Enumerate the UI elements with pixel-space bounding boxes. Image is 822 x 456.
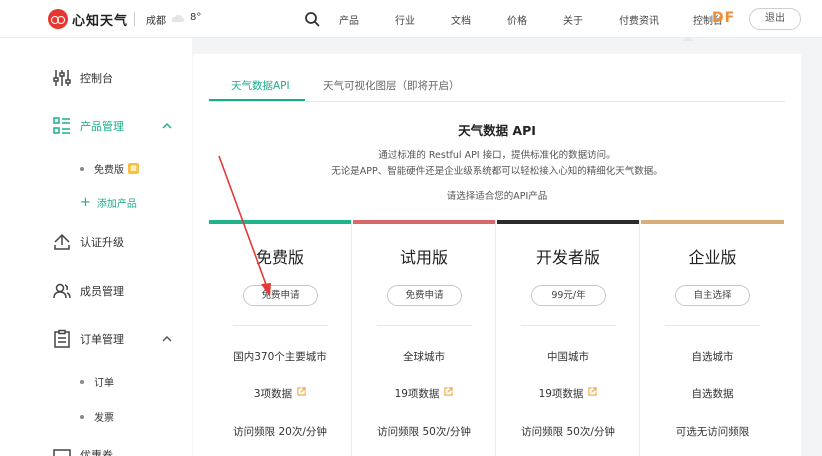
- sidebar-item-label: 订单管理: [80, 333, 124, 346]
- temperature: 8°: [190, 12, 202, 23]
- plan-data-items[interactable]: 19项数据: [353, 386, 495, 401]
- sidebar-sub-invoice[interactable]: 发票: [80, 409, 114, 424]
- users-icon: [53, 283, 71, 299]
- watermark-overlay: DF: [712, 10, 736, 26]
- sliders-icon: [53, 70, 71, 86]
- logo-mark-icon: [48, 9, 68, 29]
- plan-divider: [521, 325, 616, 326]
- nav-caret: [682, 36, 694, 41]
- plan-apply-button[interactable]: 免费申请: [387, 285, 462, 306]
- choose-prompt: 请选择适合您的API产品: [446, 191, 548, 202]
- city-name[interactable]: 成都: [146, 12, 166, 27]
- sidebar-item-label: 产品管理: [80, 120, 124, 133]
- sidebar-sub-free-version[interactable]: 免费版 ▦: [80, 161, 139, 176]
- plan-coverage: 中国城市: [547, 351, 589, 363]
- external-link-icon: [444, 387, 454, 396]
- plan-color-bar: [209, 220, 351, 224]
- chevron-up-icon[interactable]: [162, 121, 172, 131]
- sidebar-sub-label: 订单: [94, 378, 114, 389]
- plus-icon: +: [80, 195, 91, 210]
- bullet-dot: [80, 379, 84, 384]
- plan-color-bar: [641, 220, 784, 224]
- sidebar-add-product[interactable]: + 添加产品: [80, 195, 137, 210]
- clipboard-icon: [54, 329, 70, 348]
- nav-industry[interactable]: 行业: [395, 12, 415, 27]
- plan-card-enterprise: 企业版 自主选择 自选城市 自选数据 可选无访问频限: [641, 220, 784, 456]
- nav-product[interactable]: 产品: [339, 12, 359, 27]
- sidebar-item-cert-upgrade[interactable]: 认证升级: [52, 232, 124, 252]
- plan-color-bar: [353, 220, 495, 224]
- search-icon[interactable]: [304, 11, 320, 27]
- plan-apply-button[interactable]: 免费申请: [243, 285, 318, 306]
- plan-card-trial: 试用版 免费申请 全球城市 19项数据 访问频限 50次/分钟: [353, 220, 496, 456]
- plan-name: 开发者版: [535, 248, 600, 267]
- badge-icon: ▦: [128, 163, 139, 174]
- plan-coverage: 自选城市: [691, 351, 734, 363]
- external-link-icon: [588, 387, 598, 396]
- plan-data-items-label: 3项数据: [253, 388, 293, 400]
- brand-logo[interactable]: 心知天气: [48, 9, 128, 29]
- plan-divider: [665, 325, 760, 326]
- section-title: 天气数据 API: [458, 123, 536, 138]
- bullet-dot: [80, 414, 84, 419]
- plan-coverage: 全球城市: [403, 351, 445, 363]
- plan-data-items-label: 19项数据: [538, 388, 584, 400]
- plan-rate-limit: 访问频限 20次/分钟: [233, 426, 327, 438]
- sidebar-item-label: 成员管理: [80, 285, 124, 298]
- cloud-icon: [171, 14, 185, 22]
- plan-data-items-label: 19项数据: [394, 388, 440, 400]
- sidebar: 控制台 产品管理 免费版 ▦ + 添加产品 认证升级 成员管理 订单管理 订单 …: [0, 38, 192, 456]
- sidebar-item-label: 认证升级: [80, 236, 124, 249]
- plan-price-button[interactable]: 99元/年: [531, 285, 606, 306]
- top-header: 心知天气 成都 8° 产品 行业 文档 价格 关于 付费资讯 控制台 DF 退出: [0, 0, 822, 41]
- sidebar-sub-orders[interactable]: 订单: [80, 374, 114, 389]
- nav-docs[interactable]: 文档: [451, 12, 471, 27]
- list-icon: [53, 117, 70, 134]
- plan-color-bar: [497, 220, 639, 224]
- section-desc-line1: 通过标准的 Restful API 接口，提供标准化的数据访问。: [378, 150, 616, 161]
- plan-rate-limit: 访问频限 50次/分钟: [377, 426, 471, 438]
- nav-about[interactable]: 关于: [563, 12, 583, 27]
- plan-data-items[interactable]: 3项数据: [209, 386, 351, 401]
- plan-name: 试用版: [399, 248, 448, 267]
- sidebar-sub-label: 免费版: [94, 165, 124, 176]
- plan-coverage: 国内370个主要城市: [233, 351, 327, 363]
- plan-name: 免费版: [255, 248, 304, 267]
- sidebar-sub-label: 添加产品: [96, 199, 137, 210]
- plan-divider: [233, 325, 328, 326]
- sidebar-item-label: 优惠券: [80, 449, 113, 456]
- sidebar-item-console[interactable]: 控制台: [52, 68, 113, 88]
- tab-weather-api[interactable]: 天气数据API: [231, 78, 290, 93]
- sidebar-item-member-mgmt[interactable]: 成员管理: [52, 281, 124, 301]
- sidebar-item-product-mgmt[interactable]: 产品管理: [52, 116, 124, 136]
- tab-bar: 天气数据API 天气可视化图层（即将开启）: [209, 54, 785, 102]
- external-link-icon: [297, 387, 306, 396]
- coupon-icon: [53, 449, 71, 456]
- tab-weather-layer[interactable]: 天气可视化图层（即将开启）: [323, 78, 460, 93]
- plan-name: 企业版: [688, 248, 737, 267]
- plan-card-free: 免费版 免费申请 国内370个主要城市 3项数据 访问频限 20次/分钟: [209, 220, 352, 456]
- tab-active-indicator: [209, 99, 305, 101]
- main-panel: 天气数据API 天气可视化图层（即将开启） 天气数据 API 通过标准的 Res…: [193, 54, 801, 456]
- plan-rate-limit: 可选无访问频限: [675, 426, 750, 438]
- section-desc-line2: 无论是APP、智能硬件还是企业级系统都可以轻松接入心知的精细化天气数据。: [331, 166, 663, 177]
- nav-paid-news[interactable]: 付费资讯: [619, 12, 659, 27]
- chevron-up-icon[interactable]: [162, 334, 172, 344]
- logout-button[interactable]: 退出: [749, 8, 801, 30]
- plan-rate-limit: 访问频限 50次/分钟: [521, 426, 615, 438]
- bullet-dot: [80, 166, 84, 171]
- plan-divider: [377, 325, 472, 326]
- upgrade-icon: [54, 233, 70, 250]
- plan-choose-button[interactable]: 自主选择: [675, 285, 750, 306]
- nav-pricing[interactable]: 价格: [507, 12, 527, 27]
- plan-data-items[interactable]: 19项数据: [497, 386, 639, 401]
- sidebar-item-label: 控制台: [80, 72, 113, 85]
- sidebar-item-order-mgmt[interactable]: 订单管理: [52, 329, 124, 349]
- header-divider: [134, 12, 135, 26]
- sidebar-sub-label: 发票: [94, 413, 114, 424]
- plan-card-developer: 开发者版 99元/年 中国城市 19项数据 访问频限 50次/分钟: [497, 220, 640, 456]
- sidebar-item-coupons[interactable]: 优惠券: [52, 445, 113, 456]
- brand-name: 心知天气: [72, 13, 129, 29]
- plan-data-items: 自选数据: [691, 388, 734, 400]
